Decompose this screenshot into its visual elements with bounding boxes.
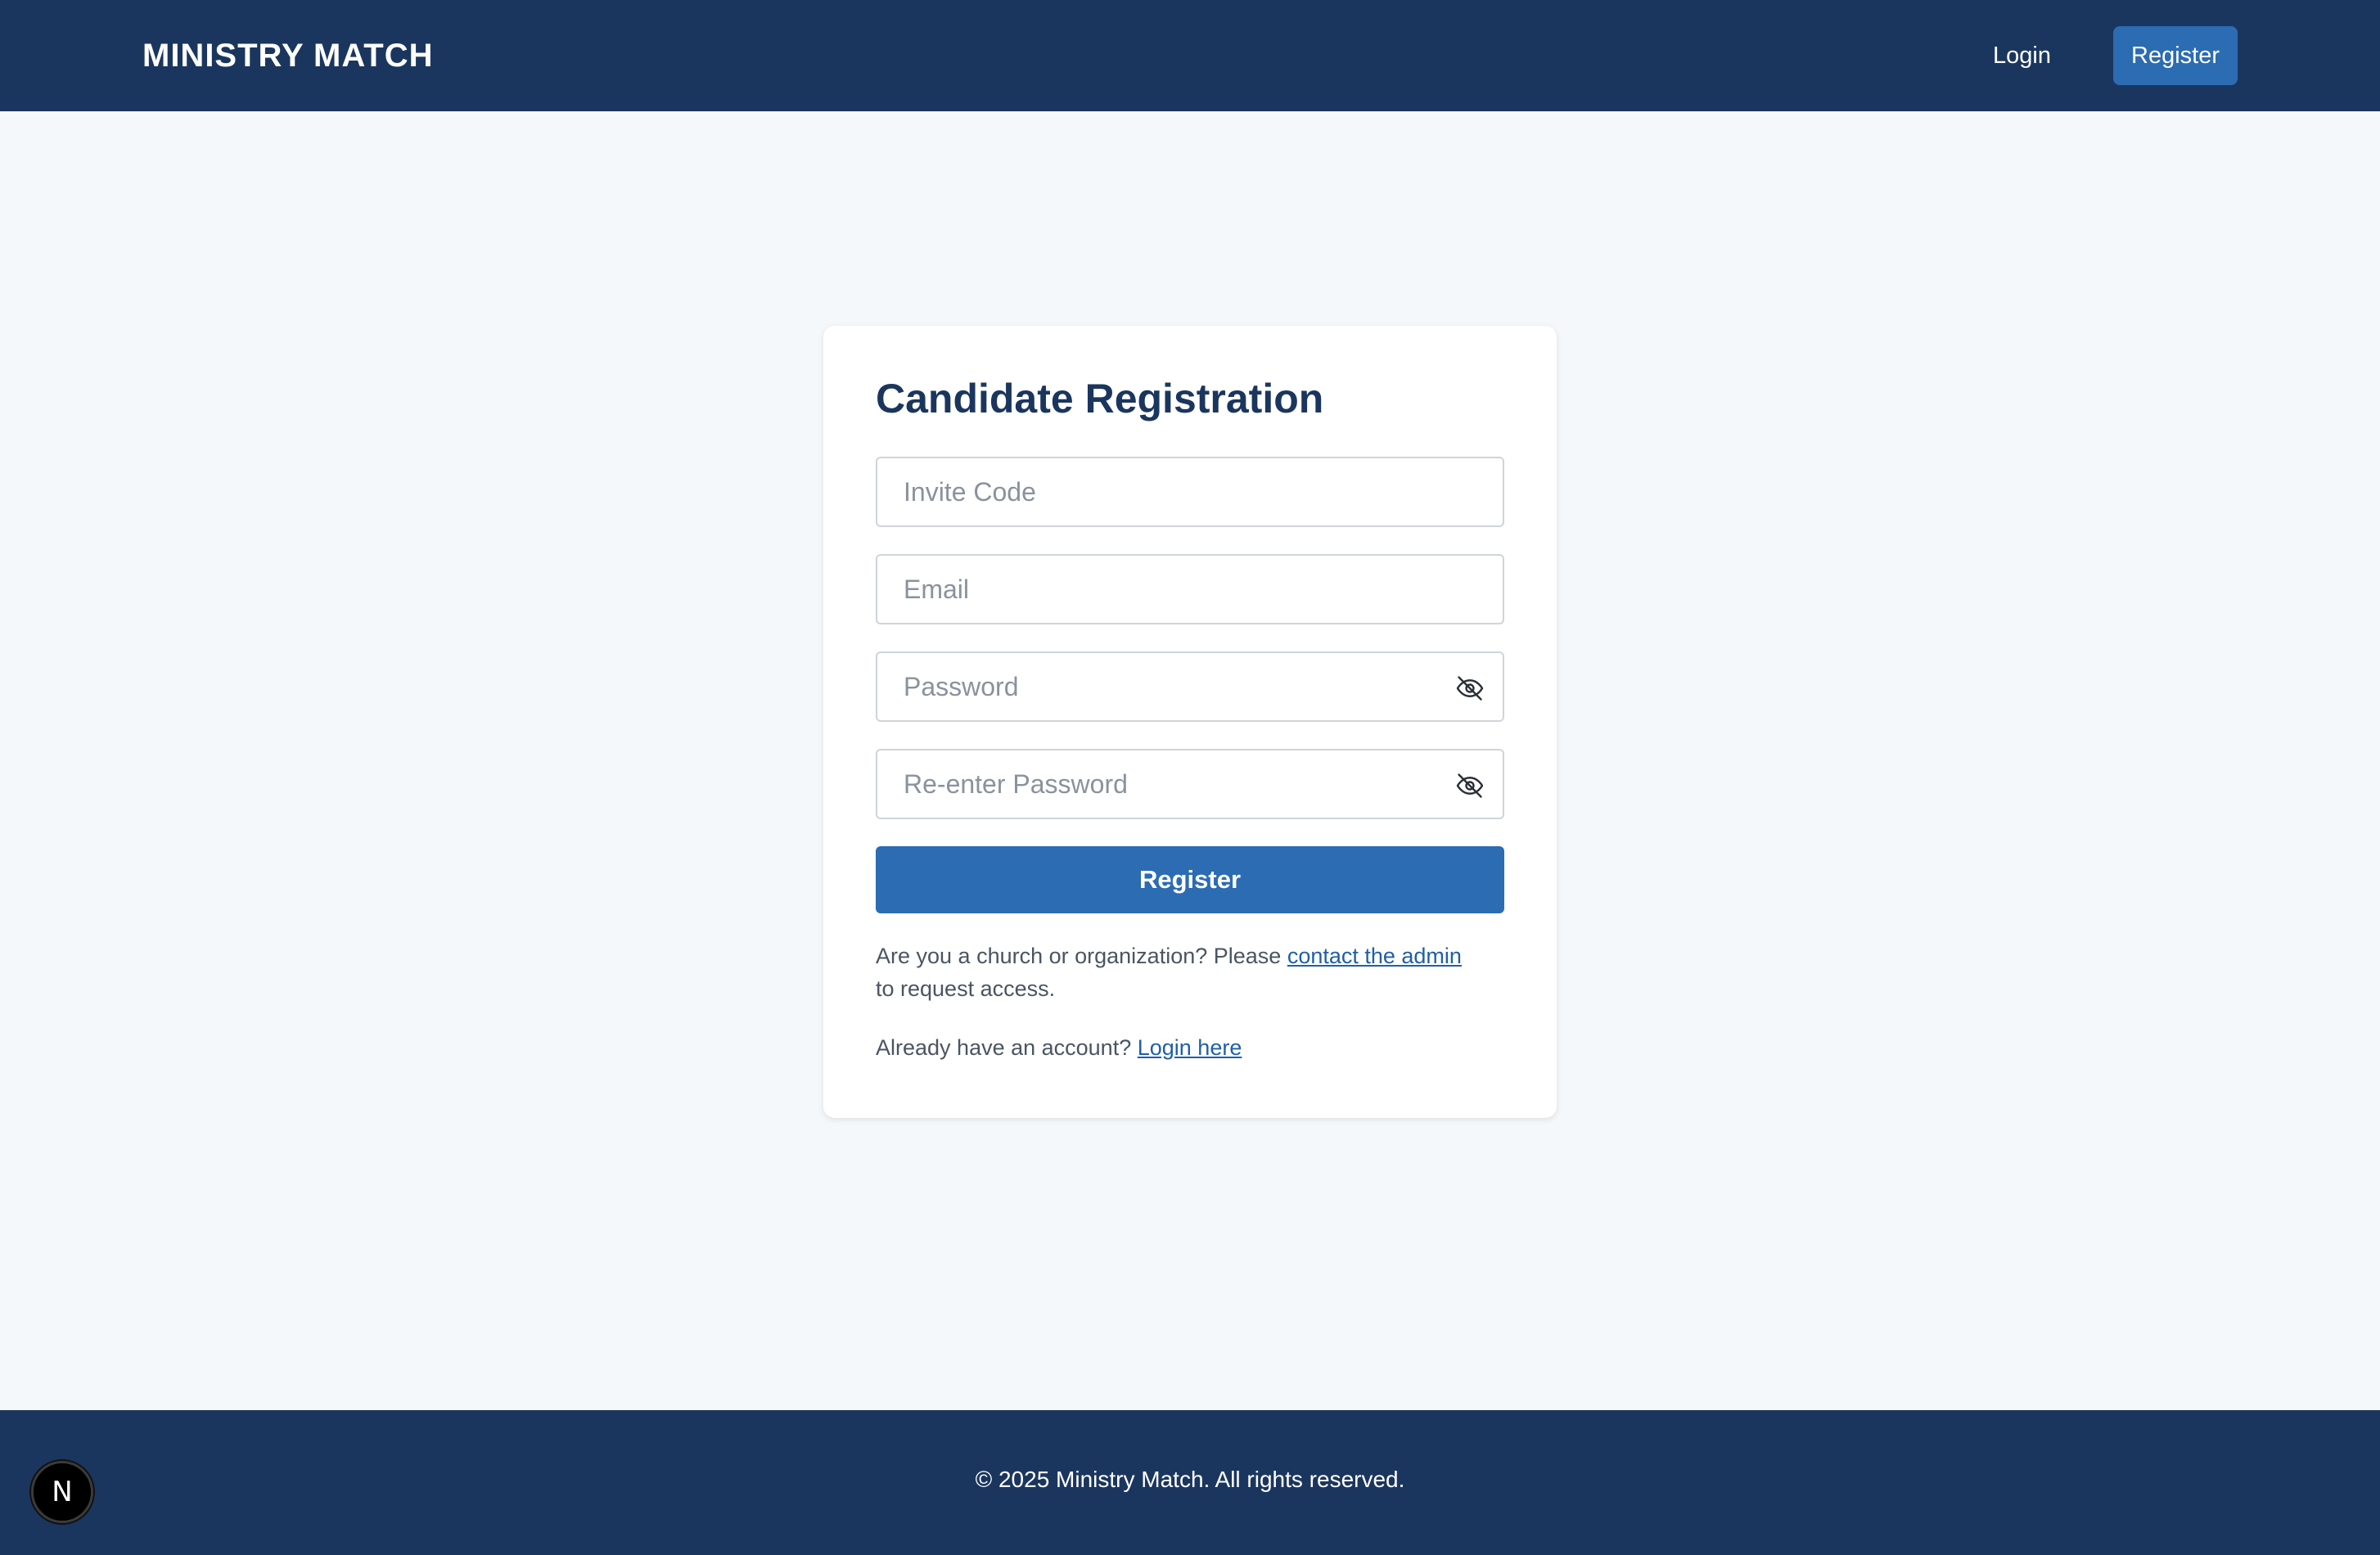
brand-logo[interactable]: MINISTRY MATCH — [142, 0, 433, 111]
eye-off-icon[interactable] — [1455, 674, 1485, 703]
org-note-prefix: Are you a church or organization? Please — [876, 944, 1282, 968]
org-note-suffix: to request access. — [876, 976, 1056, 1001]
contact-admin-link[interactable]: contact the admin — [1287, 944, 1462, 968]
page-footer: © 2025 Ministry Match. All rights reserv… — [0, 1410, 2380, 1555]
email-field — [876, 554, 1504, 624]
eye-off-icon[interactable] — [1455, 771, 1485, 800]
nav-register-button[interactable]: Register — [2113, 26, 2238, 85]
login-prompt: Already have an account? Login here — [876, 1031, 1522, 1064]
register-submit-button[interactable]: Register — [876, 846, 1504, 913]
nav-login-link[interactable]: Login — [1977, 26, 2067, 85]
password-field — [876, 651, 1504, 722]
invite-code-field — [876, 457, 1504, 527]
confirm-password-input[interactable] — [877, 750, 1503, 818]
copyright-text: © 2025 Ministry Match. All rights reserv… — [975, 1467, 1405, 1492]
email-input[interactable] — [877, 556, 1503, 623]
login-here-link[interactable]: Login here — [1138, 1035, 1242, 1060]
page-title: Candidate Registration — [876, 376, 1324, 421]
invite-code-input[interactable] — [877, 458, 1503, 525]
nextjs-logo-icon[interactable]: N — [31, 1461, 93, 1523]
login-prompt-text: Already have an account? — [876, 1035, 1132, 1060]
confirm-password-field — [876, 749, 1504, 819]
org-access-note: Are you a church or organization? Please… — [876, 940, 1522, 1005]
registration-card: Candidate Registration Register Are you — [823, 326, 1557, 1118]
top-navbar: MINISTRY MATCH Login Register — [0, 0, 2380, 111]
password-input[interactable] — [877, 653, 1503, 720]
